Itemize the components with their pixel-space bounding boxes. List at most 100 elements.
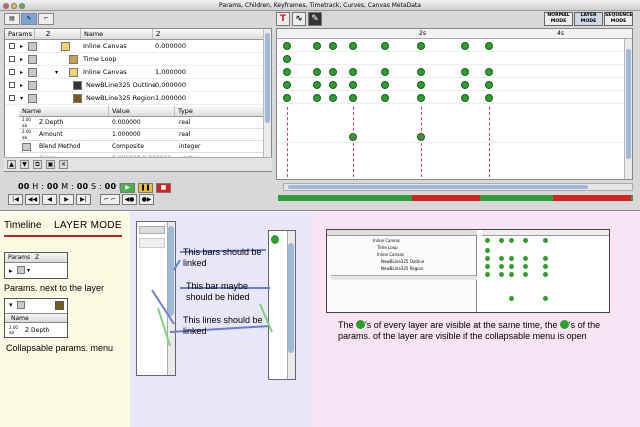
play-icon[interactable]: ▶ — [120, 183, 135, 193]
sequence-mode-button[interactable]: SEQUENCE MODE — [604, 12, 633, 26]
param-header-value[interactable]: Value — [109, 106, 175, 116]
keyframe-prev-icon[interactable]: ◀● — [122, 194, 137, 205]
scroll-thumb[interactable] — [288, 185, 588, 189]
layer-row[interactable]: ▸ ▾ Inline Canvas 1,000000 — [5, 66, 265, 79]
layer-row[interactable]: ▸ Time Loop — [5, 53, 265, 66]
param-row[interactable]: 2.00 ab Z Depth 0.000000 real — [19, 117, 265, 129]
delete-layer-icon[interactable]: ✕ — [59, 160, 68, 169]
param-row[interactable]: Blend Method Composite integer — [19, 141, 265, 153]
curve-tool-icon[interactable]: ∿ — [292, 12, 306, 26]
keyframe-dot[interactable] — [283, 55, 291, 63]
encapsulate-icon[interactable]: ▣ — [46, 160, 55, 169]
param-value[interactable]: 1.000000 — [112, 129, 141, 141]
keyframe-dot[interactable] — [381, 68, 389, 76]
layer-checkbox[interactable] — [9, 56, 15, 62]
raise-layer-icon[interactable]: ▲ — [7, 160, 16, 169]
layer-row[interactable]: ▸ NewBLine325 Outline 0,000000 — [5, 79, 265, 92]
duplicate-layer-icon[interactable]: ⧉ — [33, 160, 42, 169]
keyframe-dot[interactable] — [381, 81, 389, 89]
keyframe-dot[interactable] — [349, 94, 357, 102]
pen-tool-icon[interactable]: ✎ — [308, 12, 322, 26]
param-value[interactable]: Composite — [112, 141, 144, 153]
keyframe-dot[interactable] — [313, 68, 321, 76]
keyframe-dot[interactable] — [485, 94, 493, 102]
zoom-icon[interactable] — [19, 3, 25, 9]
keyframe-dot[interactable] — [417, 94, 425, 102]
header-params[interactable]: Params — [5, 29, 35, 39]
layer-row[interactable]: ▸ Inline Canvas 0,000000 — [5, 40, 265, 53]
keyframe-dot[interactable] — [485, 81, 493, 89]
keyframe-dot[interactable] — [329, 94, 337, 102]
keyframe-dot[interactable] — [349, 68, 357, 76]
keyframe-dot[interactable] — [349, 81, 357, 89]
tab-children-icon[interactable]: ✎ — [21, 13, 37, 25]
keyframe-dot[interactable] — [283, 81, 291, 89]
param-row[interactable]: 2.00 ab Amount 1.000000 real — [19, 129, 265, 141]
keyframe-dot[interactable] — [485, 68, 493, 76]
layer-row[interactable]: ▾ NewBLine325 Region 1,000000 — [5, 92, 265, 105]
keyframe-dot[interactable] — [417, 81, 425, 89]
keyframe-dot[interactable] — [349, 42, 357, 50]
keyframe-dot[interactable] — [283, 68, 291, 76]
keyframe-dot[interactable] — [461, 94, 469, 102]
keyframe-dot[interactable] — [329, 42, 337, 50]
tab-keyframes-icon[interactable]: ⌐ — [38, 13, 54, 25]
keyframe-dot[interactable] — [283, 94, 291, 102]
keyframe-dot[interactable] — [283, 42, 291, 50]
text-tool-icon[interactable]: T — [276, 12, 290, 26]
seek-end-icon[interactable]: ▶| — [76, 194, 91, 205]
layer-checkbox[interactable] — [9, 95, 15, 101]
header-z2[interactable]: Z — [153, 29, 265, 39]
scroll-thumb[interactable] — [626, 49, 631, 159]
seek-begin-icon[interactable]: |◀ — [8, 194, 23, 205]
keyframe-dot[interactable] — [329, 81, 337, 89]
keyframe-dot[interactable] — [417, 68, 425, 76]
layer-checkbox[interactable] — [9, 82, 15, 88]
tab-params-icon[interactable]: ▤ — [4, 13, 20, 25]
track-row[interactable] — [277, 66, 632, 78]
track-row[interactable] — [277, 53, 632, 65]
keyframe-dot[interactable] — [381, 42, 389, 50]
layer-mode-button[interactable]: LAYER MODE — [574, 12, 603, 26]
expand-triangle-icon[interactable]: ▸ — [20, 66, 23, 79]
timetrack-scrollbar[interactable] — [624, 39, 632, 179]
stop-icon[interactable]: ■ — [156, 183, 171, 193]
keyframe-dot[interactable] — [313, 94, 321, 102]
collapse-triangle-icon[interactable]: ▾ — [55, 66, 58, 79]
track-row[interactable] — [277, 92, 632, 104]
param-value[interactable]: 0.000000 — [112, 117, 141, 129]
keyframe-dot[interactable] — [417, 42, 425, 50]
prev-frame-icon[interactable]: ◀◀ — [25, 194, 40, 205]
keyframe-dot[interactable] — [381, 94, 389, 102]
layer-checkbox[interactable] — [9, 69, 15, 75]
scroll-thumb[interactable] — [265, 33, 270, 123]
timetrack-panel[interactable]: 2s 4s — [276, 28, 633, 180]
collapse-triangle-icon[interactable]: ▾ — [20, 92, 23, 105]
keyframe-next-icon[interactable]: ●▶ — [139, 194, 154, 205]
keyframe-dot[interactable] — [313, 81, 321, 89]
track-row[interactable] — [277, 79, 632, 91]
prev-key-icon[interactable]: ◀ — [42, 194, 57, 205]
next-key-icon[interactable]: ▶ — [59, 194, 74, 205]
keyframe-dot[interactable] — [329, 68, 337, 76]
keyframe-dot[interactable] — [313, 42, 321, 50]
keyframe-dot[interactable] — [461, 42, 469, 50]
expand-triangle-icon[interactable]: ▸ — [20, 40, 23, 53]
expand-triangle-icon[interactable]: ▸ — [20, 79, 23, 92]
params-scrollbar[interactable] — [263, 29, 271, 171]
keyframe-dot[interactable] — [461, 68, 469, 76]
time-ruler[interactable]: 2s 4s — [277, 29, 632, 39]
close-icon[interactable] — [3, 3, 9, 9]
keyframe-dot[interactable] — [461, 81, 469, 89]
header-name[interactable]: Name — [81, 29, 153, 39]
time-scrollbar[interactable] — [283, 183, 633, 191]
normal-mode-button[interactable]: NORMAL MODE — [544, 12, 573, 26]
param-header-type[interactable]: Type — [175, 106, 265, 116]
keyframe-dot[interactable] — [485, 42, 493, 50]
layer-checkbox[interactable] — [9, 43, 15, 49]
track-row[interactable] — [277, 40, 632, 52]
expand-triangle-icon[interactable]: ▸ — [20, 53, 23, 66]
track-row[interactable] — [277, 131, 632, 143]
keyframe-lock-icon[interactable]: ⌐ ⌐ — [100, 194, 120, 205]
timecode-display[interactable]: 00 H : 00 M : 00 S : 00 F — [18, 182, 124, 191]
